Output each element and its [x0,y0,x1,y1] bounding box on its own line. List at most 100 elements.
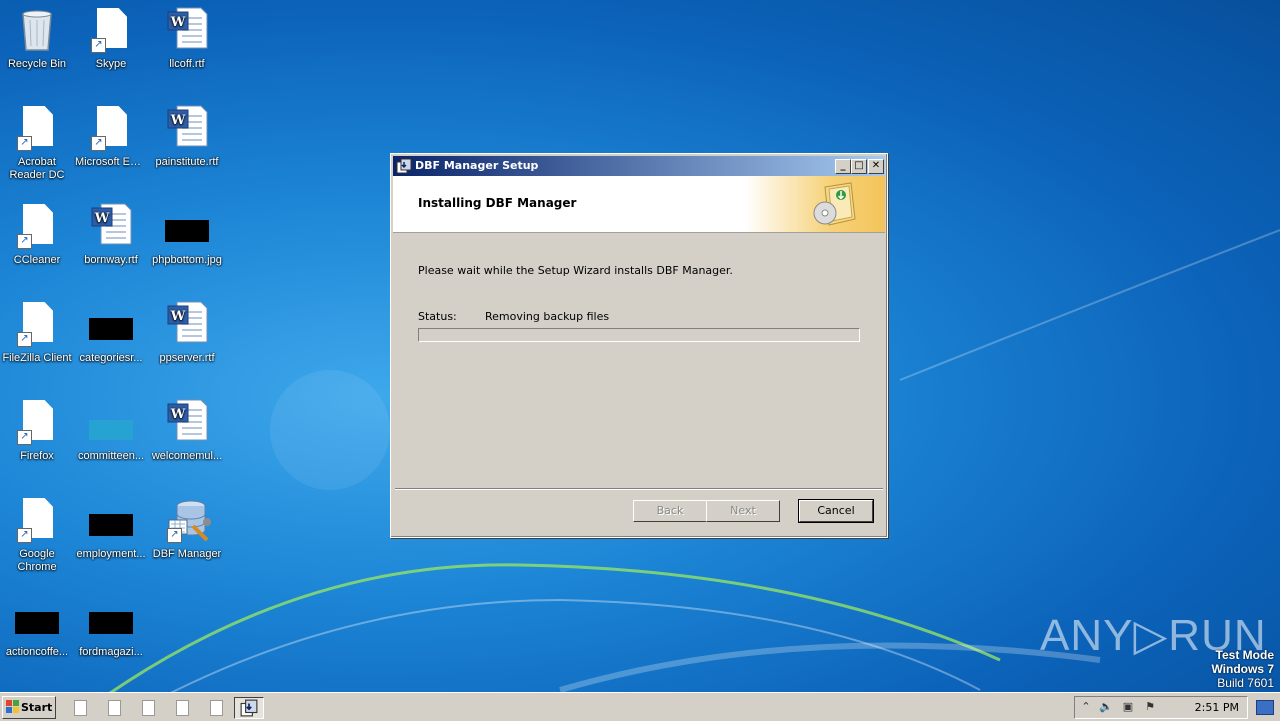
network-icon[interactable]: ▣ [1121,700,1135,714]
installer-icon [240,699,258,717]
desktop-icon-label: llcoff.rtf [169,58,205,70]
taskbar-quicklaunch-item[interactable] [68,697,90,717]
maximize-button[interactable]: □ [851,159,867,174]
footer-separator [395,488,883,490]
desktop-icon-ppserver[interactable]: W ppserver.rtf [150,300,224,365]
dialog-header-title: Installing DBF Manager [418,196,577,210]
word-document-icon: W [167,301,208,343]
cancel-button[interactable]: Cancel [798,499,874,523]
recycle-bin-icon [22,10,52,51]
installer-icon [396,158,412,174]
shortcut-arrow-icon: ↗ [91,136,106,151]
desktop-icon-label: DBF Manager [152,548,222,560]
file-icon [142,700,155,716]
desktop-icon-firefox[interactable]: ↗ Firefox [0,398,74,463]
shortcut-arrow-icon: ↗ [17,234,32,249]
watermark-line: Test Mode [1215,648,1274,662]
desktop-icon-label: FileZilla Client [2,352,72,364]
image-thumbnail-icon [89,318,133,340]
back-button[interactable]: Back [633,500,707,522]
status-label: Status: [418,310,457,323]
image-thumbnail-icon [89,420,133,440]
desktop-icon-filezilla[interactable]: ↗ FileZilla Client [0,300,74,365]
desktop-icon-dbf-manager[interactable]: ↗ DBF Manager [150,496,224,561]
desktop-icon-bornway[interactable]: W bornway.rtf [74,202,148,267]
desktop-icon-committeen[interactable]: committeen... [74,398,148,463]
start-button[interactable]: Start [2,696,56,719]
minimize-button[interactable]: _ [835,159,851,174]
shortcut-arrow-icon: ↗ [17,332,32,347]
taskbar-quicklaunch-item[interactable] [102,697,124,717]
svg-text:W: W [170,113,186,128]
word-document-icon: W [167,7,208,49]
word-document-icon: W [167,105,208,147]
clock[interactable]: 2:51 PM [1195,697,1239,718]
desktop-icon-recycle-bin[interactable]: Recycle Bin [0,6,74,71]
header-banner-art [745,176,885,232]
windows-flag-icon [6,700,19,713]
word-document-icon: W [167,399,208,441]
desktop-icon-label: categoriesr... [79,352,143,364]
desktop-icon-categoriesr[interactable]: categoriesr... [74,300,148,365]
desktop-icon-painstitute[interactable]: W painstitute.rtf [150,104,224,169]
desktop-icon-label: committeen... [77,450,145,462]
svg-text:W: W [94,211,110,226]
dialog-title: DBF Manager Setup [415,159,539,172]
show-desktop-button[interactable] [1256,700,1274,715]
desktop-icon-edge[interactable]: ↗ Microsoft Edge [74,104,148,169]
desktop-icon-label: fordmagazi... [79,646,143,658]
desktop-icon-welcomemul[interactable]: W welcomemul... [150,398,224,463]
svg-text:W: W [170,309,186,324]
svg-text:W: W [170,15,186,30]
tray-expand-icon[interactable]: ⌃ [1079,700,1093,714]
watermark-line: Windows 7 [1211,662,1274,676]
desktop-icon-actioncoffe[interactable]: actioncoffe... [0,594,74,659]
desktop-icon-skype[interactable]: ↗ Skype [74,6,148,71]
word-document-icon: W [91,203,132,245]
desktop-icon-label: Microsoft Edge [75,156,148,168]
desktop-icon-phpbottom[interactable]: phpbottom.jpg [150,202,224,267]
desktop-icon-label: phpbottom.jpg [152,254,222,266]
action-center-flag-icon[interactable]: ⚑ [1143,700,1157,714]
maximize-icon: □ [854,160,864,171]
desktop-icon-label: CCleaner [13,254,61,266]
desktop-icon-llcoff[interactable]: W llcoff.rtf [150,6,224,71]
dialog-titlebar[interactable]: DBF Manager Setup _ □ ✕ [393,156,885,176]
image-thumbnail-icon [15,612,59,634]
desktop-icon-label: Recycle Bin [7,58,67,70]
file-icon [176,700,189,716]
svg-text:W: W [170,407,186,422]
wait-message: Please wait while the Setup Wizard insta… [418,264,733,277]
desktop-icon-label: ppserver.rtf [159,352,215,364]
shortcut-arrow-icon: ↗ [17,528,32,543]
image-thumbnail-icon [89,514,133,536]
desktop-icon-fordmagazi[interactable]: fordmagazi... [74,594,148,659]
setup-dialog: DBF Manager Setup _ □ ✕ Installing DBF M… [390,153,888,538]
watermark-line: Build 7601 [1217,676,1274,690]
desktop-icon-employment[interactable]: employment... [74,496,148,561]
desktop-icon-label: employment... [76,548,146,560]
desktop-icon-label: Skype [95,58,127,70]
desktop-icon-chrome[interactable]: ↗ Google Chrome [0,496,74,574]
image-thumbnail-icon [165,220,209,242]
dialog-header-band: Installing DBF Manager [393,176,885,233]
desktop-icon-label: painstitute.rtf [155,156,219,168]
start-label: Start [21,701,53,714]
taskbar-item-dbf-setup[interactable] [234,697,264,719]
taskbar-quicklaunch-item[interactable] [170,697,192,717]
file-icon [210,700,223,716]
taskbar-quicklaunch-item[interactable] [136,697,158,717]
next-button[interactable]: Next [706,500,780,522]
shortcut-arrow-icon: ↗ [17,136,32,151]
taskbar: Start ⌃ 🔈 ▣ ⚑ 2:51 PM [0,692,1280,721]
desktop-icon-label: welcomemul... [151,450,223,462]
file-icon [108,700,121,716]
speaker-icon[interactable]: 🔈 [1099,700,1113,714]
close-button[interactable]: ✕ [868,159,884,174]
desktop-icon-acrobat[interactable]: ↗ Acrobat Reader DC [0,104,74,182]
desktop-icon-ccleaner[interactable]: ↗ CCleaner [0,202,74,267]
install-package-icon [813,182,856,226]
install-progress-bar [418,328,860,342]
taskbar-quicklaunch-item[interactable] [204,697,226,717]
status-value: Removing backup files [485,310,610,323]
